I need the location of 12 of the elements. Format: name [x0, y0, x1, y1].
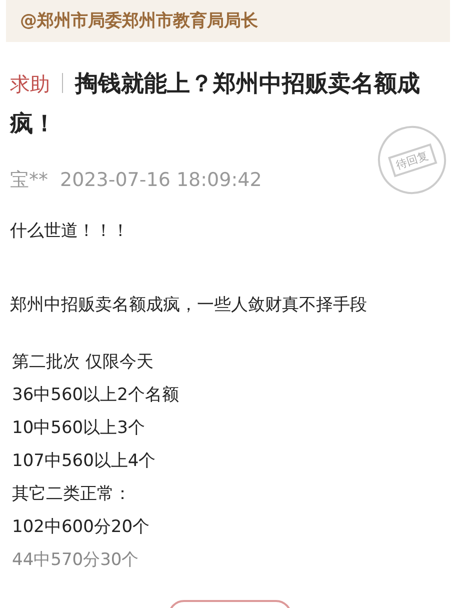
- post-paragraph: 什么世道！！！: [10, 220, 130, 243]
- post-paragraph: 郑州中招贩卖名额成疯，一些人敛财真不择手段: [10, 294, 368, 317]
- post-line: 其它二类正常：: [12, 483, 132, 506]
- mention-banner[interactable]: @郑州市局委郑州市教育局局长: [6, 0, 450, 42]
- author-name: 宝**: [10, 168, 48, 193]
- post-line: 第二批次 仅限今天: [12, 351, 154, 374]
- post-line: 36中560以上2个名额: [12, 384, 180, 407]
- post-line: 102中600分20个: [12, 516, 151, 539]
- post-line: 107中560以上4个: [12, 450, 157, 473]
- post-line: 44中570分30个: [12, 549, 140, 572]
- post-time: 2023-07-16 18:09:42: [60, 169, 262, 191]
- post-line: 10中560以上3个: [12, 417, 146, 440]
